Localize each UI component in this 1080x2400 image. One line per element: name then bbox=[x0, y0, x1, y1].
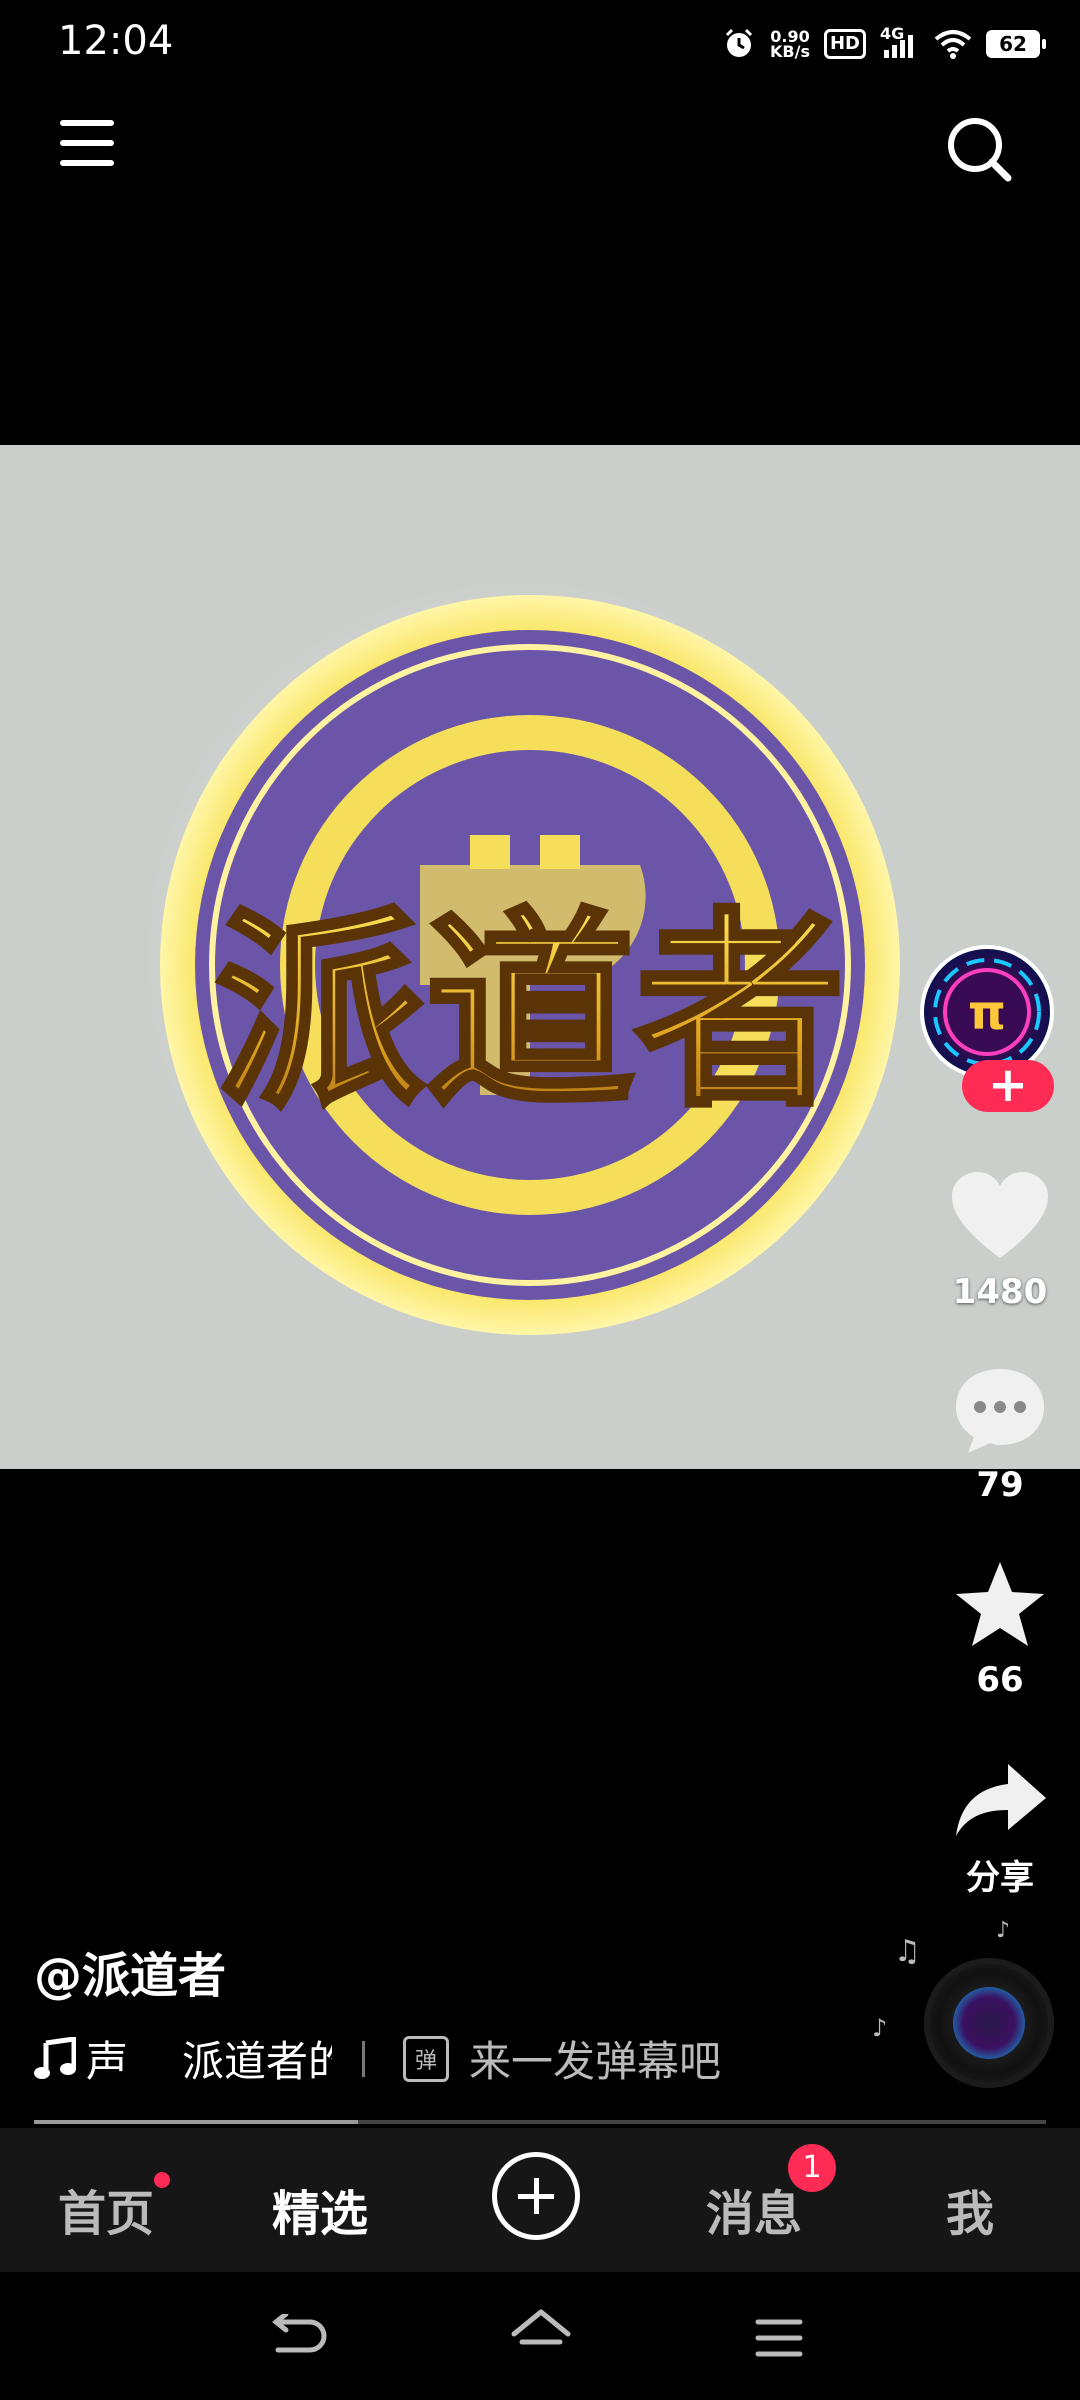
danmaku-input[interactable]: 弹 来一发弹幕吧 bbox=[403, 2028, 721, 2089]
star-icon bbox=[956, 1562, 1044, 1646]
net-speed-unit: KB/s bbox=[770, 42, 810, 61]
create-plus-button[interactable] bbox=[492, 2152, 580, 2240]
battery-icon: 62 bbox=[986, 30, 1046, 58]
share-button[interactable]: 分享 bbox=[920, 1760, 1080, 1899]
net-speed: 0.90 KB/s bbox=[770, 29, 810, 61]
back-icon[interactable] bbox=[270, 2314, 330, 2364]
recents-icon[interactable] bbox=[754, 2316, 804, 2360]
search-icon[interactable] bbox=[944, 114, 1014, 184]
hd-badge: HD bbox=[823, 29, 866, 59]
follow-plus-icon[interactable]: + bbox=[962, 1060, 1054, 1112]
music-track-title[interactable]: 派道者的 bbox=[182, 2028, 332, 2089]
author-username[interactable]: @派道者 bbox=[34, 1936, 226, 2006]
like-button[interactable]: 1480 bbox=[920, 1170, 1080, 1312]
music-note-icon: ♪ bbox=[872, 2014, 888, 2042]
heart-icon bbox=[952, 1172, 1048, 1258]
share-icon bbox=[956, 1764, 1046, 1836]
music-row: 声 派道者的 弹 来一发弹幕吧 bbox=[34, 2028, 721, 2089]
nav-home[interactable]: 首页 bbox=[58, 2174, 154, 2244]
svg-text:π: π bbox=[968, 985, 1006, 1041]
danmaku-icon: 弹 bbox=[403, 2035, 450, 2082]
music-note-icon: ♪ bbox=[996, 1918, 1011, 1943]
music-note-icon: ♫ bbox=[894, 1934, 921, 1969]
battery-level: 62 bbox=[999, 32, 1027, 56]
messages-badge: 1 bbox=[788, 2144, 836, 2192]
nav-me[interactable]: 我 bbox=[946, 2174, 994, 2244]
danmaku-placeholder: 来一发弹幕吧 bbox=[469, 2037, 722, 2086]
channel-logo: 派道者 bbox=[160, 595, 900, 1335]
nav-featured-label: 精选 bbox=[272, 2186, 369, 2242]
pi-logo-icon: π bbox=[933, 958, 1041, 1066]
nav-featured[interactable]: 精选 bbox=[272, 2174, 368, 2244]
like-count: 1480 bbox=[952, 1272, 1048, 1312]
logo-text: 派道者 bbox=[215, 890, 845, 1135]
system-nav-bar bbox=[0, 2272, 1080, 2400]
wifi-icon bbox=[934, 30, 972, 59]
home-icon[interactable] bbox=[510, 2308, 572, 2364]
nav-me-label: 我 bbox=[946, 2186, 995, 2242]
video-progress-bar[interactable] bbox=[34, 2120, 1046, 2124]
nav-messages-label: 消息 bbox=[706, 2186, 803, 2242]
music-disc-cover bbox=[953, 1987, 1025, 2059]
home-notification-dot bbox=[154, 2172, 170, 2188]
divider bbox=[362, 2040, 366, 2077]
alarm-icon bbox=[725, 28, 753, 57]
video-player[interactable]: 派道者 bbox=[0, 445, 1080, 1469]
share-label: 分享 bbox=[966, 1858, 1034, 1898]
nav-messages[interactable]: 消息 bbox=[706, 2174, 802, 2244]
status-icons: 0.90 KB/s HD 4G 62 bbox=[722, 22, 1046, 66]
favorite-count: 66 bbox=[976, 1660, 1024, 1700]
music-prefix: 声 bbox=[86, 2037, 129, 2086]
menu-icon[interactable] bbox=[60, 120, 114, 180]
nav-home-label: 首页 bbox=[58, 2186, 155, 2242]
signal-icon: 4G bbox=[880, 24, 920, 60]
status-time: 12:04 bbox=[58, 18, 174, 64]
music-disc[interactable] bbox=[924, 1958, 1054, 2088]
favorite-button[interactable]: 66 bbox=[920, 1558, 1080, 1700]
comment-icon bbox=[956, 1369, 1044, 1453]
comment-count: 79 bbox=[976, 1465, 1024, 1505]
creator-avatar[interactable]: π + bbox=[920, 945, 1060, 1112]
comment-button[interactable]: 79 bbox=[920, 1365, 1080, 1505]
bottom-nav: 首页 精选 消息 1 我 bbox=[0, 2128, 1080, 2272]
music-note-icon bbox=[34, 2036, 76, 2079]
video-progress-fill bbox=[34, 2120, 358, 2124]
